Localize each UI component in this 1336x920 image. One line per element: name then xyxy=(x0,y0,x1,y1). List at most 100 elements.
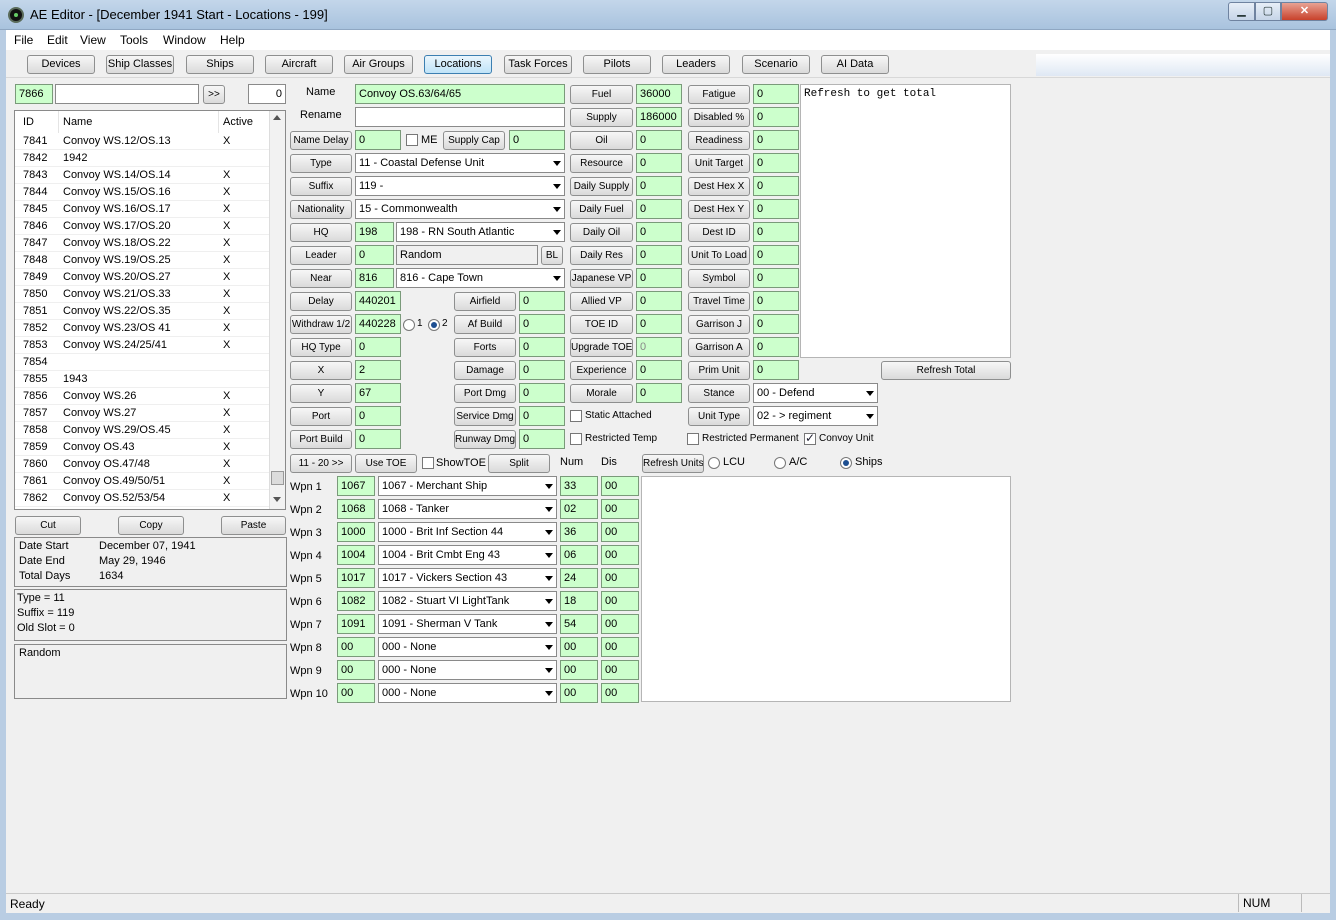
leader-button[interactable]: Leader xyxy=(290,246,352,265)
weapon-dis-field[interactable]: 00 xyxy=(601,499,639,519)
show-toe-checkbox[interactable] xyxy=(422,457,434,469)
list-item[interactable]: 7849 Convoy WS.20/OS.27 X xyxy=(15,269,271,286)
weapon-id-field[interactable]: 1068 xyxy=(337,499,375,519)
garrison-j-button[interactable]: Garrison J xyxy=(688,315,750,334)
weapon-id-field[interactable]: 00 xyxy=(337,660,375,680)
supply-button[interactable]: Supply xyxy=(570,108,633,127)
copy-button[interactable]: Copy xyxy=(118,516,184,535)
list-item[interactable]: 7842 1942 xyxy=(15,150,271,167)
maximize-button[interactable]: ▢ xyxy=(1255,2,1281,21)
convoy-unit-checkbox[interactable] xyxy=(804,431,816,445)
disabled-field[interactable]: 0 xyxy=(753,107,799,127)
unit-type-select[interactable]: 02 - > regiment xyxy=(753,406,878,426)
forts-field[interactable]: 0 xyxy=(519,337,565,357)
unit-target-button[interactable]: Unit Target xyxy=(688,154,750,173)
weapon-dis-field[interactable]: 00 xyxy=(601,637,639,657)
allied-vp-button[interactable]: Allied VP xyxy=(570,292,633,311)
japanese-vp-button[interactable]: Japanese VP xyxy=(570,269,633,288)
name-delay-button[interactable]: Name Delay xyxy=(290,131,352,150)
list-item[interactable]: 7841 Convoy WS.12/OS.13 X xyxy=(15,133,271,150)
dest-hex-y-field[interactable]: 0 xyxy=(753,199,799,219)
travel-time-button[interactable]: Travel Time xyxy=(688,292,750,311)
garrison-a-button[interactable]: Garrison A xyxy=(688,338,750,357)
dest-hex-y-button[interactable]: Dest Hex Y xyxy=(688,200,750,219)
tab-aircraft[interactable]: Aircraft xyxy=(265,55,333,74)
weapon-num-field[interactable]: 02 xyxy=(560,499,598,519)
unit-to-load-button[interactable]: Unit To Load xyxy=(688,246,750,265)
damage-field[interactable]: 0 xyxy=(519,360,565,380)
supply-cap-field[interactable]: 0 xyxy=(509,130,565,150)
list-item[interactable]: 7862 Convoy OS.52/53/54 X xyxy=(15,490,271,507)
disabled-button[interactable]: Disabled % xyxy=(688,108,750,127)
me-checkbox[interactable] xyxy=(406,134,418,146)
tab-task-forces[interactable]: Task Forces xyxy=(504,55,572,74)
weapon-dis-field[interactable]: 00 xyxy=(601,614,639,634)
tab-pilots[interactable]: Pilots xyxy=(583,55,651,74)
hq-type-field[interactable]: 0 xyxy=(355,337,401,357)
suffix-button[interactable]: Suffix xyxy=(290,177,352,196)
weapon-dis-field[interactable]: 00 xyxy=(601,522,639,542)
weapon-dis-field[interactable]: 00 xyxy=(601,568,639,588)
resource-button[interactable]: Resource xyxy=(570,154,633,173)
rename-field[interactable] xyxy=(355,107,565,127)
fuel-button[interactable]: Fuel xyxy=(570,85,633,104)
scroll-thumb[interactable] xyxy=(271,471,284,485)
unit-type-button[interactable]: Unit Type xyxy=(688,407,750,426)
list-item[interactable]: 7845 Convoy WS.16/OS.17 X xyxy=(15,201,271,218)
refresh-total-button[interactable]: Refresh Total xyxy=(881,361,1011,380)
supply-field[interactable]: 186000 xyxy=(636,107,682,127)
dest-id-field[interactable]: 0 xyxy=(753,222,799,242)
x-button[interactable]: X xyxy=(290,361,352,380)
symbol-button[interactable]: Symbol xyxy=(688,269,750,288)
airfield-field[interactable]: 0 xyxy=(519,291,565,311)
weapon-select[interactable]: 1000 - Brit Inf Section 44 xyxy=(378,522,557,542)
port-build-button[interactable]: Port Build xyxy=(290,430,352,449)
menu-tools[interactable]: Tools xyxy=(120,33,148,47)
weapon-select[interactable]: 1091 - Sherman V Tank xyxy=(378,614,557,634)
list-item[interactable]: 7852 Convoy WS.23/OS 41 X xyxy=(15,320,271,337)
oil-field[interactable]: 0 xyxy=(636,130,682,150)
oil-button[interactable]: Oil xyxy=(570,131,633,150)
cut-button[interactable]: Cut xyxy=(15,516,81,535)
experience-field[interactable]: 0 xyxy=(636,360,682,380)
weapon-select[interactable]: 1017 - Vickers Section 43 xyxy=(378,568,557,588)
list-item[interactable]: 7844 Convoy WS.15/OS.16 X xyxy=(15,184,271,201)
tab-ship-classes[interactable]: Ship Classes xyxy=(106,55,174,74)
minimize-button[interactable]: ▁ xyxy=(1228,2,1255,21)
damage-button[interactable]: Damage xyxy=(454,361,516,380)
daily-fuel-field[interactable]: 0 xyxy=(636,199,682,219)
dest-hex-x-field[interactable]: 0 xyxy=(753,176,799,196)
stance-select[interactable]: 00 - Defend xyxy=(753,383,878,403)
dest-hex-x-button[interactable]: Dest Hex X xyxy=(688,177,750,196)
weapon-id-field[interactable]: 1017 xyxy=(337,568,375,588)
refresh-units-button[interactable]: Refresh Units xyxy=(642,454,704,473)
name-delay-field[interactable]: 0 xyxy=(355,130,401,150)
port-build-field[interactable]: 0 xyxy=(355,429,401,449)
weapon-select[interactable]: 000 - None xyxy=(378,660,557,680)
runway-dmg-field[interactable]: 0 xyxy=(519,429,565,449)
list-item[interactable]: 7847 Convoy WS.18/OS.22 X xyxy=(15,235,271,252)
weapon-select[interactable]: 1067 - Merchant Ship xyxy=(378,476,557,496)
list-item[interactable]: 7846 Convoy WS.17/OS.20 X xyxy=(15,218,271,235)
list-item[interactable]: 7857 Convoy WS.27 X xyxy=(15,405,271,422)
tab-ai-data[interactable]: AI Data xyxy=(821,55,889,74)
weapon-dis-field[interactable]: 00 xyxy=(601,476,639,496)
notes-box[interactable]: Refresh to get total xyxy=(800,84,1011,358)
weapon-num-field[interactable]: 06 xyxy=(560,545,598,565)
weapon-num-field[interactable]: 00 xyxy=(560,660,598,680)
suffix-select[interactable]: 119 - xyxy=(355,176,565,196)
list-item[interactable]: 7861 Convoy OS.49/50/51 X xyxy=(15,473,271,490)
list-header-id[interactable]: ID xyxy=(15,111,59,133)
list-header-name[interactable]: Name xyxy=(59,111,219,133)
menu-help[interactable]: Help xyxy=(220,33,245,47)
daily-supply-field[interactable]: 0 xyxy=(636,176,682,196)
weapon-select[interactable]: 000 - None xyxy=(378,683,557,703)
list-item[interactable]: 7843 Convoy WS.14/OS.14 X xyxy=(15,167,271,184)
daily-supply-button[interactable]: Daily Supply xyxy=(570,177,633,196)
list-item[interactable]: 7850 Convoy WS.21/OS.33 X xyxy=(15,286,271,303)
dest-id-button[interactable]: Dest ID xyxy=(688,223,750,242)
ships-radio[interactable] xyxy=(840,457,852,469)
tab-leaders[interactable]: Leaders xyxy=(662,55,730,74)
service-dmg-button[interactable]: Service Dmg xyxy=(454,407,516,426)
travel-time-field[interactable]: 0 xyxy=(753,291,799,311)
